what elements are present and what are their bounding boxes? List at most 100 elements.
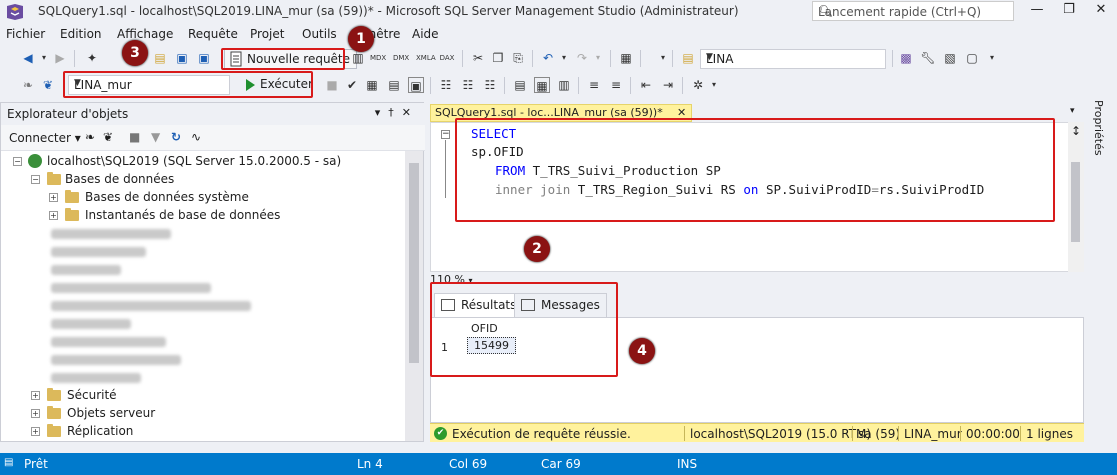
scroll-thumb[interactable] (1071, 162, 1080, 242)
expand-icon[interactable]: + (31, 409, 40, 418)
undo-dropdown-icon[interactable]: ▾ (556, 50, 572, 66)
results-to-text-icon[interactable]: ▤ (512, 77, 528, 93)
properties-tab[interactable]: Propriétés (1090, 100, 1112, 160)
query-status-bar: ✔ Exécution de requête réussie. localhos… (430, 423, 1084, 442)
menu-requete[interactable]: Requête (188, 27, 238, 41)
cut-icon[interactable]: ✂ (470, 50, 486, 66)
expand-icon[interactable]: + (49, 193, 58, 202)
collapse-icon[interactable]: − (31, 175, 40, 184)
object-explorer-scrollbar[interactable] (405, 151, 423, 441)
tree-node-database-redacted[interactable] (1, 225, 401, 243)
expand-icon[interactable]: + (49, 211, 58, 220)
tree-node-database-redacted[interactable] (1, 243, 401, 261)
forward-icon[interactable]: ▶ (52, 50, 68, 66)
live-stats-icon[interactable]: ☷ (482, 77, 498, 93)
connect-dropdown[interactable]: Connecter ▾ (9, 131, 81, 145)
restore-button[interactable]: ❐ (1054, 2, 1084, 20)
comment-icon[interactable]: ≡ (586, 77, 602, 93)
uncomment-icon[interactable]: ≡ (608, 77, 624, 93)
redo-icon[interactable]: ↷ (574, 50, 590, 66)
specify-values-icon[interactable]: ✲ (690, 77, 706, 93)
annotation-marker-3: 3 (122, 40, 148, 66)
editor-scrollbar[interactable] (1068, 122, 1084, 272)
collapse-icon[interactable]: − (13, 157, 22, 166)
menu-edition[interactable]: Edition (60, 27, 102, 41)
tree-node-replication[interactable]: + Réplication (1, 423, 401, 441)
change-connection-icon[interactable]: ❦ (40, 77, 56, 93)
connect-plug-icon[interactable]: ❧ (85, 130, 95, 144)
new-project-icon[interactable]: ✦ (84, 50, 100, 66)
paste-icon[interactable]: ⎘ (510, 50, 526, 66)
db-engine-query-icon[interactable]: ▥ (350, 50, 366, 66)
tree-node-database-redacted[interactable] (1, 261, 401, 279)
menu-fichier[interactable]: Fichier (6, 27, 45, 41)
results-to-icon[interactable]: ▦ (364, 77, 380, 93)
refresh-icon[interactable]: ↻ (171, 130, 181, 144)
filter-icon[interactable]: ▼ (151, 130, 160, 144)
intellisense-icon[interactable]: ☷ (438, 77, 454, 93)
tree-node-snapshots[interactable]: + Instantanés de base de données (1, 207, 401, 225)
results-to-grid-icon[interactable]: ▦ (534, 77, 550, 93)
wrench-icon[interactable]: 🔧︎ (920, 50, 936, 66)
outline-collapse-icon[interactable]: − (441, 130, 450, 139)
tree-node-system-databases[interactable]: + Bases de données système (1, 189, 401, 207)
connect-icon[interactable]: ❧ (20, 77, 36, 93)
solution-config-dropdown-icon[interactable]: ▾ (655, 50, 671, 66)
expand-icon[interactable]: + (31, 427, 40, 436)
scroll-thumb[interactable] (409, 163, 419, 363)
tree-node-database-redacted[interactable] (1, 279, 401, 297)
decrease-indent-icon[interactable]: ⇤ (638, 77, 654, 93)
menu-affichage[interactable]: Affichage (117, 27, 173, 41)
close-button[interactable]: ✕ (1086, 2, 1116, 20)
stop-icon[interactable]: ■ (324, 77, 340, 93)
tree-node-database-redacted[interactable] (1, 351, 401, 369)
panel-controls[interactable]: ▾†✕ (375, 106, 419, 119)
find-in-files-icon[interactable]: ▤ (680, 50, 696, 66)
split-icon[interactable]: ↕ (1068, 124, 1084, 138)
tree-node-database-redacted[interactable] (1, 297, 401, 315)
activity-monitor-icon[interactable]: ▦ (618, 50, 634, 66)
copy-icon[interactable]: ❐ (490, 50, 506, 66)
actual-plan-icon[interactable]: ☷ (460, 77, 476, 93)
disconnect-icon[interactable]: ❦ (103, 130, 113, 144)
expand-icon[interactable]: + (31, 391, 40, 400)
tree-node-database-redacted[interactable] (1, 315, 401, 333)
parse-check-icon[interactable]: ✔ (344, 77, 360, 93)
toolbox-icon[interactable]: ▧ (942, 50, 958, 66)
menu-outils[interactable]: Outils (302, 27, 337, 41)
results-to-file-icon[interactable]: ▥ (556, 77, 572, 93)
save-icon[interactable]: ▣ (174, 50, 190, 66)
vs-icon[interactable]: ▩ (898, 50, 914, 66)
tree-node-security[interactable]: + Sécurité (1, 387, 401, 405)
display-plan-icon[interactable]: ▤ (386, 77, 402, 93)
xmla-query-icon[interactable]: XMLA (416, 50, 436, 66)
window-layout-icon[interactable]: ▢ (964, 50, 980, 66)
stop-icon[interactable]: ■ (129, 130, 140, 144)
toolbar-overflow-icon[interactable]: ▾ (984, 50, 1000, 66)
quick-launch-input[interactable]: Lancement rapide (Ctrl+Q) 🔍︎ (812, 1, 1014, 21)
toolbar-overflow-icon[interactable]: ▾ (706, 77, 722, 93)
undo-icon[interactable]: ↶ (540, 50, 556, 66)
minimize-button[interactable]: — (1022, 2, 1052, 20)
increase-indent-icon[interactable]: ⇥ (660, 77, 676, 93)
menu-projet[interactable]: Projet (250, 27, 284, 41)
dmx-query-icon[interactable]: DMX (393, 50, 409, 66)
open-folder-icon[interactable]: ▤ (152, 50, 168, 66)
tree-node-databases[interactable]: − Bases de données (1, 171, 401, 189)
mdx-query-icon[interactable]: MDX (370, 50, 386, 66)
folder-icon (47, 172, 61, 185)
dax-query-icon[interactable]: DAX (439, 50, 455, 66)
redo-dropdown-icon[interactable]: ▾ (590, 50, 606, 66)
activity-icon[interactable]: ∿ (191, 130, 201, 144)
chevron-down-icon[interactable]: ▾ (36, 50, 52, 66)
save-all-icon[interactable]: ▣ (196, 50, 212, 66)
back-icon[interactable]: ◀ (20, 50, 36, 66)
tree-node-database-redacted[interactable] (1, 333, 401, 351)
menu-aide[interactable]: Aide (412, 27, 439, 41)
tree-node-database-redacted[interactable] (1, 369, 401, 387)
tree-node-server-objects[interactable]: + Objets serveur (1, 405, 401, 423)
server-combo[interactable]: LINA ▼ (700, 49, 886, 69)
tab-list-dropdown-icon[interactable]: ▾ (1070, 106, 1075, 116)
query-options-icon[interactable]: ▣ (408, 77, 424, 93)
tree-node-server[interactable]: − localhost\SQL2019 (SQL Server 15.0.200… (1, 153, 401, 171)
